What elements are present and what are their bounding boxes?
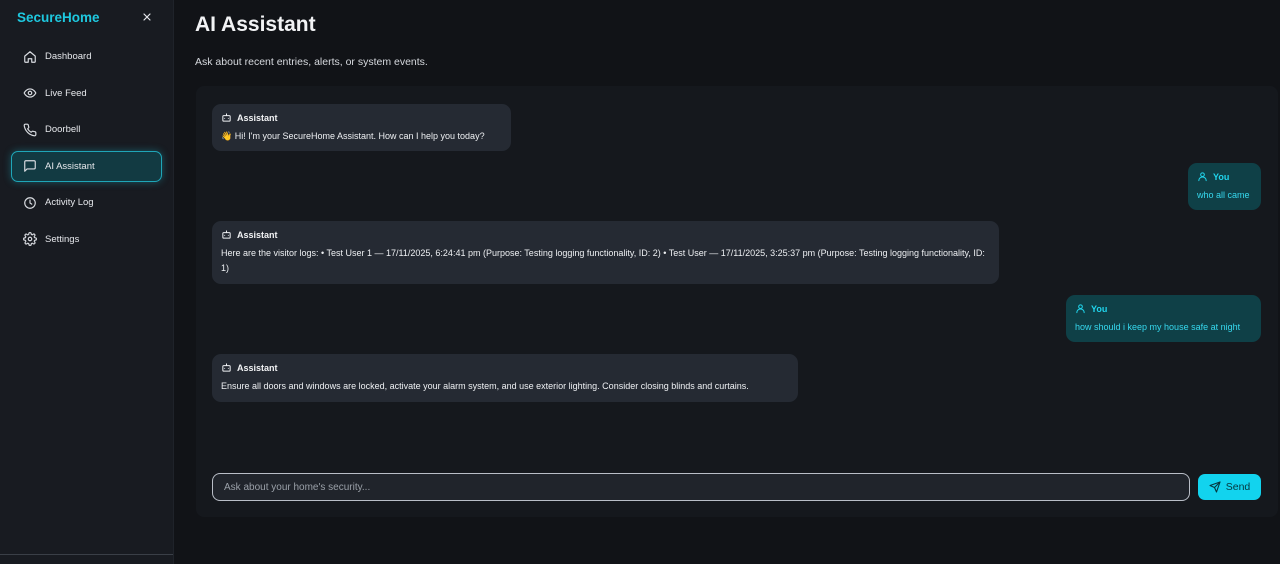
sidebar-item-label: Live Feed: [45, 87, 87, 99]
page-title: AI Assistant: [195, 13, 316, 36]
message-sender: You: [1075, 303, 1252, 314]
user-message: You how should i keep my house safe at n…: [1066, 295, 1261, 342]
user-icon: [1197, 171, 1208, 182]
user-icon: [1075, 303, 1086, 314]
message-body: Ensure all doors and windows are locked,…: [221, 381, 749, 391]
chat-input[interactable]: [212, 473, 1190, 501]
sidebar-item-label: AI Assistant: [45, 160, 95, 172]
send-icon: [1209, 481, 1221, 493]
sidebar-divider: [0, 554, 173, 555]
sidebar-item-label: Dashboard: [45, 51, 92, 62]
send-button[interactable]: Send: [1198, 474, 1261, 500]
message-square-icon: [23, 159, 37, 173]
brand-logo[interactable]: SecureHome: [17, 10, 100, 25]
message-sender: Assistant: [221, 362, 789, 373]
message-sender: You: [1197, 171, 1252, 182]
message-body: how should i keep my house safe at night: [1075, 322, 1241, 332]
sidebar-item-label: Settings: [45, 233, 80, 245]
message-body: Here are the visitor logs: • Test User 1…: [221, 248, 985, 273]
user-message: You who all came: [1188, 163, 1261, 210]
wave-emoji: 👋: [221, 131, 233, 141]
sidebar-item-live-feed[interactable]: Live Feed: [11, 78, 162, 109]
clock-icon: [23, 196, 37, 210]
sidebar-item-ai-assistant[interactable]: AI Assistant: [11, 150, 162, 182]
sender-name: Assistant: [237, 229, 278, 240]
bot-icon: [221, 362, 232, 373]
assistant-message: Assistant Here are the visitor logs: • T…: [212, 221, 999, 284]
sender-name: You: [1213, 171, 1230, 182]
message-sender: Assistant: [221, 229, 990, 240]
bot-icon: [221, 112, 232, 123]
message-body: Hi! I'm your SecureHome Assistant. How c…: [234, 131, 485, 141]
bot-icon: [221, 229, 232, 240]
sidebar: SecureHome Dashboard Live Feed Doorbell …: [0, 0, 174, 564]
message-sender: Assistant: [221, 112, 502, 123]
sidebar-item-activity-log[interactable]: Activity Log: [11, 187, 162, 218]
assistant-message: Assistant Ensure all doors and windows a…: [212, 354, 798, 402]
message-text: 👋 Hi! I'm your SecureHome Assistant. How…: [221, 129, 502, 144]
close-icon: [143, 13, 151, 21]
sidebar-item-dashboard[interactable]: Dashboard: [11, 41, 162, 72]
sender-name: You: [1091, 303, 1108, 314]
message-body: who all came: [1197, 190, 1250, 200]
close-sidebar-button[interactable]: [140, 10, 154, 26]
assistant-message: Assistant 👋 Hi! I'm your SecureHome Assi…: [212, 104, 511, 151]
sidebar-item-label: Doorbell: [45, 124, 81, 135]
sender-name: Assistant: [237, 362, 278, 373]
page-subtitle: Ask about recent entries, alerts, or sys…: [195, 56, 428, 68]
phone-icon: [23, 123, 37, 137]
gear-icon: [23, 232, 37, 246]
send-label: Send: [1225, 481, 1251, 493]
eye-icon: [23, 86, 37, 100]
sidebar-item-settings[interactable]: Settings: [11, 224, 162, 255]
sidebar-item-label: Activity Log: [45, 197, 94, 208]
sender-name: Assistant: [237, 112, 278, 123]
sidebar-item-doorbell[interactable]: Doorbell: [11, 114, 162, 145]
home-icon: [23, 50, 37, 64]
sidebar-nav: Dashboard Live Feed Doorbell AI Assistan…: [11, 41, 162, 260]
app: SecureHome Dashboard Live Feed Doorbell …: [0, 0, 1280, 564]
